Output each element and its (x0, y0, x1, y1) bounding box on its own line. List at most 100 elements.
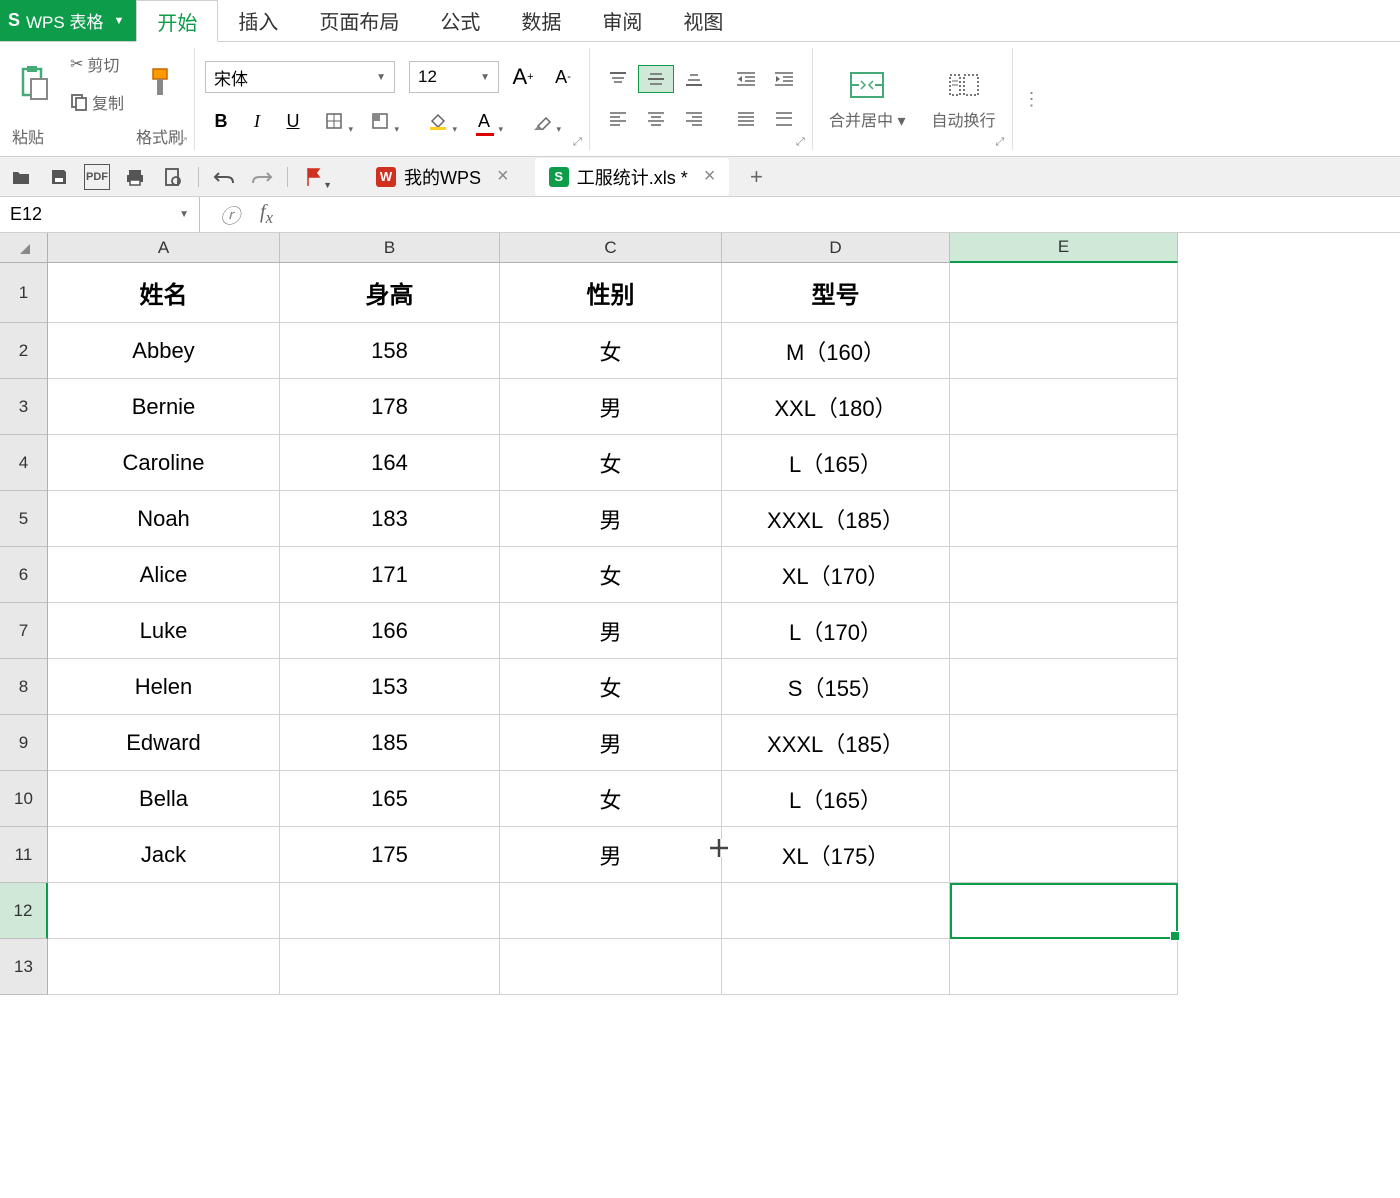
name-box[interactable]: E12 ▼ (0, 197, 200, 232)
select-all-corner[interactable] (0, 233, 48, 263)
cell[interactable]: L（165） (722, 771, 950, 827)
increase-indent-button[interactable] (766, 65, 802, 93)
cell[interactable] (950, 379, 1178, 435)
menu-tab-review[interactable]: 审阅 (582, 0, 663, 41)
merge-center-button[interactable]: 合并居中 ▾ (823, 63, 912, 135)
cell[interactable] (280, 939, 500, 995)
app-dropdown-icon[interactable]: ▼ (113, 15, 124, 27)
increase-font-button[interactable]: A+ (507, 61, 539, 93)
fx-search-icon[interactable]: ⓡ (220, 200, 240, 229)
pdf-button[interactable]: PDF (84, 164, 110, 190)
doc-tab-wps[interactable]: W 我的WPS × (362, 158, 523, 196)
cell[interactable]: 175 (280, 827, 500, 883)
cell[interactable]: L（165） (722, 435, 950, 491)
cell[interactable]: 178 (280, 379, 500, 435)
save-button[interactable] (46, 164, 72, 190)
cell[interactable]: 158 (280, 323, 500, 379)
row-header[interactable]: 2 (0, 323, 48, 379)
cell[interactable]: Alice (48, 547, 280, 603)
row-header[interactable]: 11 (0, 827, 48, 883)
formula-input[interactable] (293, 205, 1380, 225)
add-tab-button[interactable]: + (741, 162, 771, 192)
cell[interactable]: XXL（180） (722, 379, 950, 435)
row-header[interactable]: 7 (0, 603, 48, 659)
cell[interactable]: 女 (500, 547, 722, 603)
fx-label[interactable]: fx (260, 201, 273, 228)
col-header-E[interactable]: E (950, 233, 1178, 263)
cell[interactable]: 女 (500, 659, 722, 715)
cell[interactable]: 姓名 (48, 263, 280, 323)
menu-tab-insert[interactable]: 插入 (218, 0, 299, 41)
row-header[interactable]: 10 (0, 771, 48, 827)
cell[interactable]: 性别 (500, 263, 722, 323)
cell[interactable]: S（155） (722, 659, 950, 715)
copy-button[interactable]: 复制 (66, 88, 128, 116)
cell[interactable] (950, 883, 1178, 939)
preview-button[interactable] (160, 164, 186, 190)
undo-button[interactable] (211, 164, 237, 190)
cell[interactable] (48, 883, 280, 939)
format-painter-button[interactable] (136, 61, 184, 105)
cell[interactable] (950, 939, 1178, 995)
cell[interactable]: 型号 (722, 263, 950, 323)
align-middle-button[interactable] (638, 65, 674, 93)
menu-tab-data[interactable]: 数据 (501, 0, 582, 41)
font-name-combo[interactable]: 宋体▼ (205, 61, 395, 93)
underline-button[interactable]: U (277, 105, 309, 137)
cell[interactable] (950, 547, 1178, 603)
cell[interactable] (950, 771, 1178, 827)
merge-expand-icon[interactable]: ⤢ (996, 136, 1010, 150)
col-header-D[interactable]: D (722, 233, 950, 263)
cell[interactable]: XL（170） (722, 547, 950, 603)
paste-label[interactable]: 粘贴 (12, 124, 44, 148)
cell[interactable]: 166 (280, 603, 500, 659)
cell[interactable]: XXXL（185） (722, 491, 950, 547)
marker-button[interactable]: ▼ (300, 164, 326, 190)
col-header-A[interactable]: A (48, 233, 280, 263)
cell[interactable] (950, 827, 1178, 883)
cell[interactable]: 153 (280, 659, 500, 715)
cell[interactable]: Edward (48, 715, 280, 771)
menu-tab-home[interactable]: 开始 (136, 0, 218, 42)
wrap-text-button[interactable]: 自动换行 (926, 63, 1002, 135)
row-header[interactable]: 3 (0, 379, 48, 435)
cell[interactable]: 183 (280, 491, 500, 547)
cell[interactable] (500, 883, 722, 939)
decrease-font-button[interactable]: A- (547, 61, 579, 93)
cell[interactable] (950, 659, 1178, 715)
row-header[interactable]: 13 (0, 939, 48, 995)
cell[interactable]: 男 (500, 491, 722, 547)
row-header[interactable]: 12 (0, 883, 48, 939)
cell[interactable]: 男 (500, 827, 722, 883)
cell[interactable] (950, 603, 1178, 659)
col-header-B[interactable]: B (280, 233, 500, 263)
decrease-indent-button[interactable] (728, 65, 764, 93)
row-header[interactable]: 5 (0, 491, 48, 547)
cell[interactable]: L（170） (722, 603, 950, 659)
cell[interactable]: 164 (280, 435, 500, 491)
row-header[interactable]: 6 (0, 547, 48, 603)
close-icon[interactable]: × (497, 165, 509, 188)
cell[interactable]: 171 (280, 547, 500, 603)
font-expand-icon[interactable]: ⤢ (573, 136, 587, 150)
cell[interactable] (722, 883, 950, 939)
font-color-button[interactable]: A (463, 105, 505, 137)
cell[interactable] (500, 939, 722, 995)
borders-button[interactable] (313, 105, 355, 137)
align-left-button[interactable] (600, 105, 636, 133)
font-size-combo[interactable]: 12▼ (409, 61, 499, 93)
distribute-button[interactable] (766, 105, 802, 133)
fill-color-button[interactable] (417, 105, 459, 137)
clipboard-expand-icon[interactable]: ⤢ (178, 136, 192, 150)
cell[interactable]: XL（175） (722, 827, 950, 883)
cell[interactable]: Caroline (48, 435, 280, 491)
menu-tab-view[interactable]: 视图 (663, 0, 744, 41)
justify-button[interactable] (728, 105, 764, 133)
row-header[interactable]: 1 (0, 263, 48, 323)
cell[interactable]: Noah (48, 491, 280, 547)
cell[interactable]: M（160） (722, 323, 950, 379)
align-center-button[interactable] (638, 105, 674, 133)
row-header[interactable]: 9 (0, 715, 48, 771)
row-header[interactable]: 8 (0, 659, 48, 715)
row-header[interactable]: 4 (0, 435, 48, 491)
